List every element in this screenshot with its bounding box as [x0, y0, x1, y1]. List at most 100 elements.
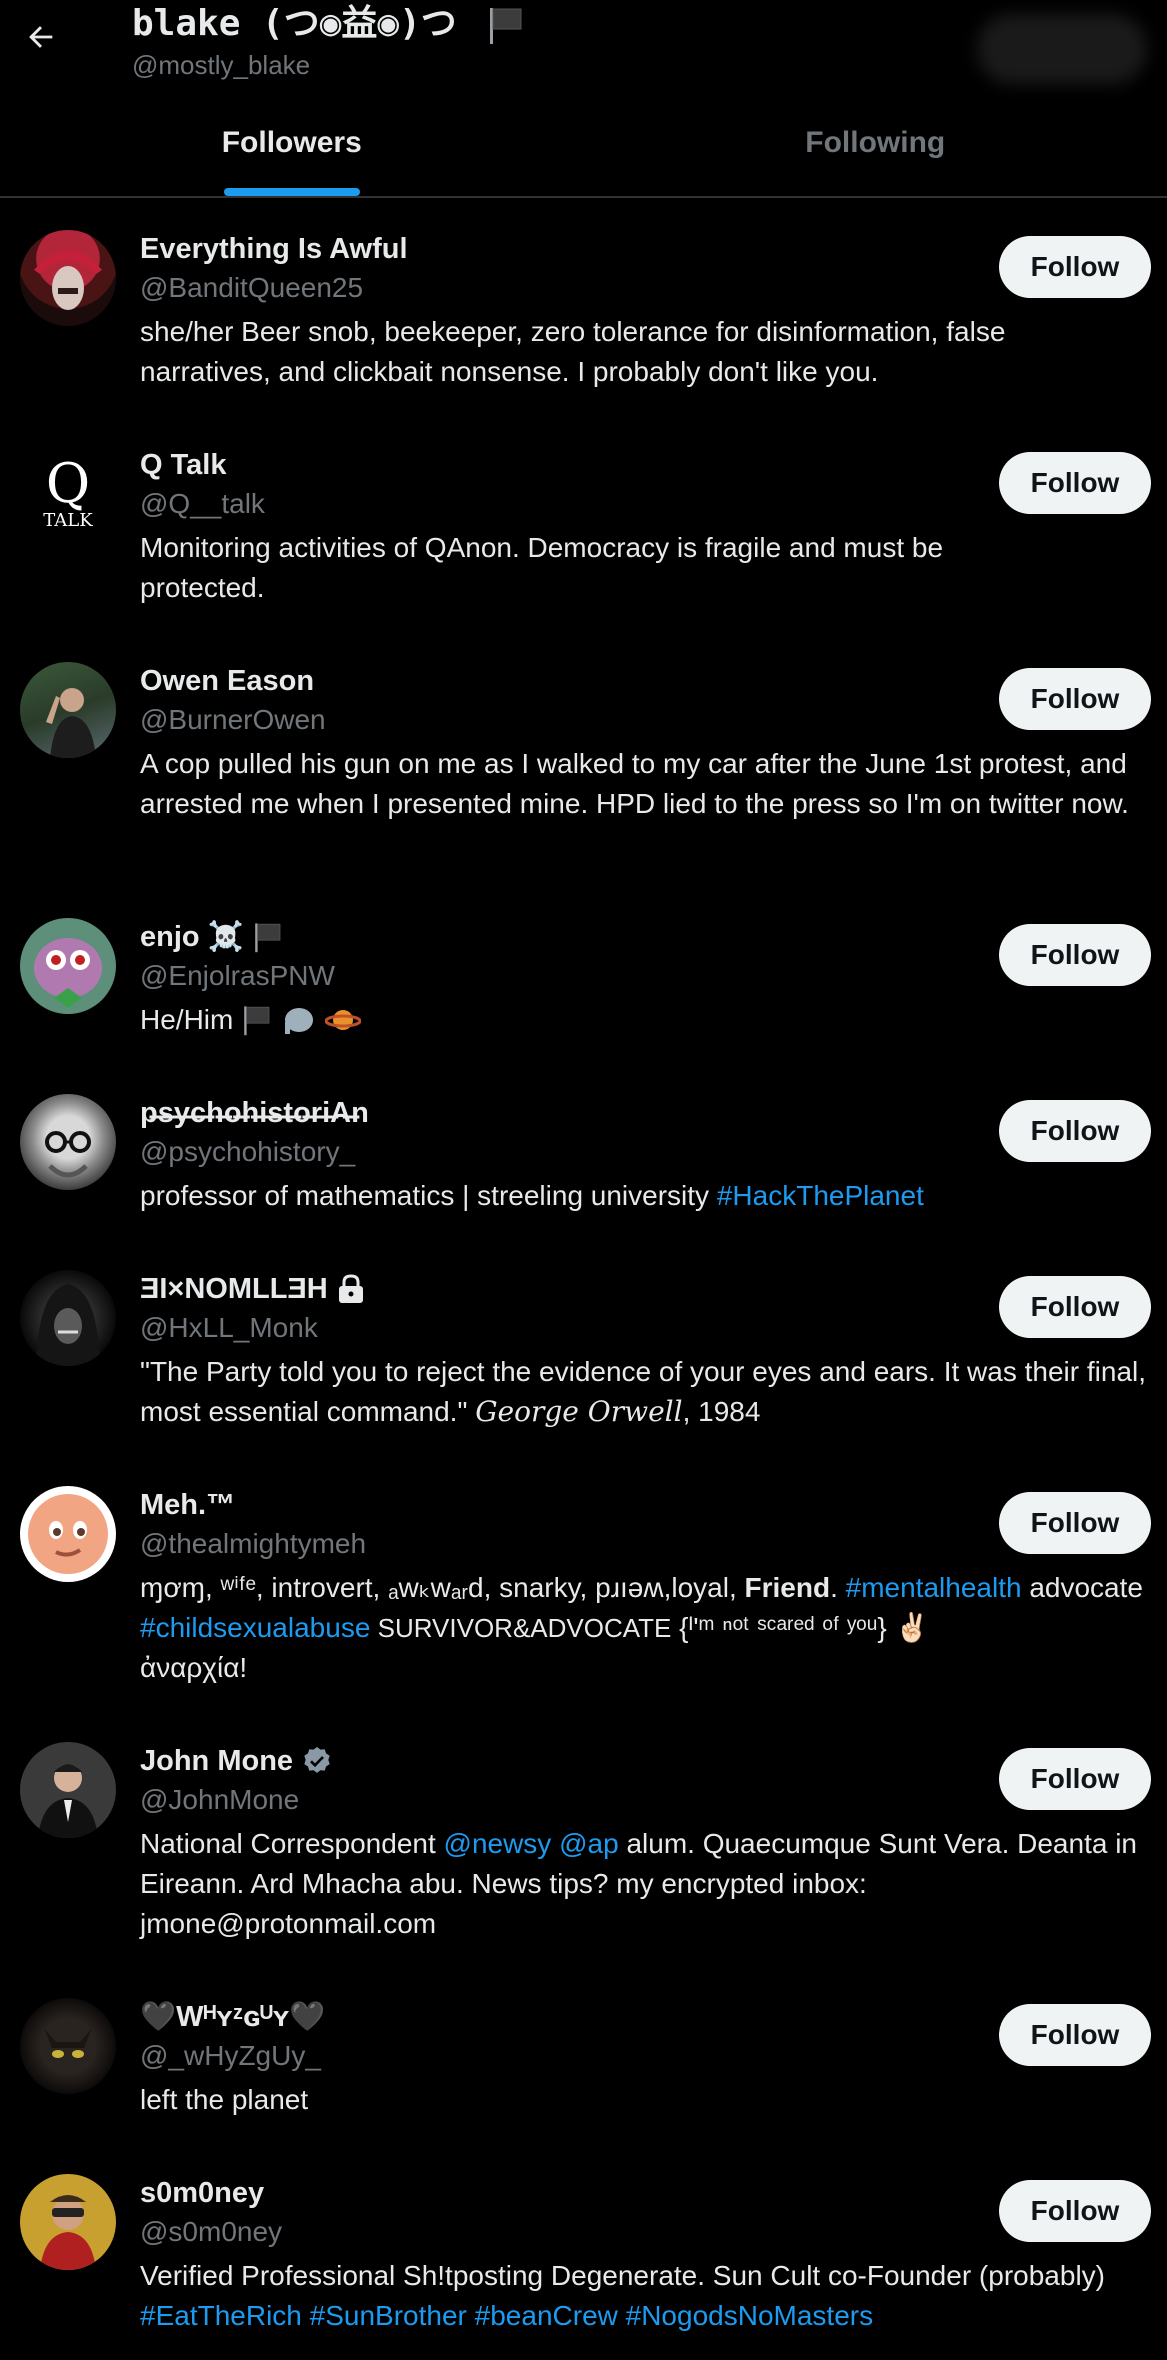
- followers-list: Everything Is Awful @BanditQueen25 she/h…: [0, 200, 1167, 2360]
- bio-text: ἀναρχία!: [140, 1652, 247, 1683]
- user-row[interactable]: John Mone @JohnMone National Corresponde…: [0, 1712, 1167, 1968]
- avatar[interactable]: [20, 1094, 116, 1190]
- profile-name: blake (つ◉益◉)つ: [132, 2, 526, 46]
- bio-text: advocate: [1022, 1572, 1143, 1603]
- avatar[interactable]: [20, 1270, 116, 1366]
- user-row[interactable]: Owen Eason @BurnerOwen A cop pulled his …: [0, 632, 1167, 888]
- tab-following-label: Following: [805, 126, 945, 160]
- follow-button[interactable]: Follow: [999, 236, 1151, 298]
- bio-tail-text: , 1984: [683, 1396, 761, 1427]
- user-name: enjo ☠️: [140, 918, 244, 956]
- back-button[interactable]: [14, 10, 68, 64]
- user-name: Meh.™: [140, 1486, 235, 1524]
- user-row[interactable]: ƎI×NOMLLƎH @HxLL_Monk "The Party told yo…: [0, 1240, 1167, 1456]
- bio-text: National Correspondent: [140, 1828, 444, 1859]
- hashtag-link[interactable]: #SunBrother: [310, 2300, 467, 2331]
- user-display-name: 🖤Wᴴʏᶻɢᵁʏ🖤: [140, 1998, 1147, 2036]
- user-display-name: enjo ☠️: [140, 918, 1147, 956]
- follow-button[interactable]: Follow: [999, 1100, 1151, 1162]
- user-info: John Mone @JohnMone National Corresponde…: [140, 1742, 1147, 1944]
- avatar[interactable]: [20, 918, 116, 1014]
- blurred-header-action: [977, 14, 1147, 84]
- user-row[interactable]: 🖤Wᴴʏᶻɢᵁʏ🖤 @_wHyZgUy_ left the planet Fol…: [0, 1968, 1167, 2144]
- user-row[interactable]: Everything Is Awful @BanditQueen25 she/h…: [0, 200, 1167, 416]
- user-handle: @psychohistory_: [140, 1132, 1147, 1172]
- bio-text: ɱơɱ, ʷⁱᶠᵉ, introvert, ₐwₖwₐᵣd, snarky, p…: [140, 1572, 745, 1603]
- user-display-name: Owen Eason: [140, 662, 1147, 700]
- user-bio: ɱơɱ, ʷⁱᶠᵉ, introvert, ₐwₖwₐᵣd, snarky, p…: [140, 1568, 1147, 1688]
- user-display-name: p̶s̶y̶c̶h̶o̶h̶i̶s̶t̶o̶r̶i̶A̶n: [140, 1094, 1147, 1132]
- user-handle: @BurnerOwen: [140, 700, 1147, 740]
- user-name: Owen Eason: [140, 662, 314, 700]
- tab-following[interactable]: Following: [584, 100, 1167, 196]
- bio-text: {ᴵ'ᵐ ⁿᵒᵗ ˢᶜᵃʳᵉᵈ ᵒᶠ ʸᵒᵘ} ✌🏻: [671, 1612, 929, 1643]
- follow-button[interactable]: Follow: [999, 2004, 1151, 2066]
- user-display-name: s0m0ney: [140, 2174, 1147, 2212]
- user-info: Everything Is Awful @BanditQueen25 she/h…: [140, 230, 1147, 392]
- user-handle: @JohnMone: [140, 1780, 1147, 1820]
- user-handle: @s0m0ney: [140, 2212, 1147, 2252]
- user-info: enjo ☠️ @EnjolrasPNW He/Him: [140, 918, 1147, 1040]
- follow-tabs: Followers Following: [0, 100, 1167, 196]
- avatar[interactable]: [20, 1742, 116, 1838]
- hashtag-link[interactable]: #beanCrew: [475, 2300, 618, 2331]
- user-handle: @_wHyZgUy_: [140, 2036, 1147, 2076]
- user-handle: @thealmightymeh: [140, 1524, 1147, 1564]
- follow-button[interactable]: Follow: [999, 668, 1151, 730]
- bio-text: [551, 1828, 559, 1859]
- hashtag-link[interactable]: #EatTheRich: [140, 2300, 302, 2331]
- avatar-talk-text: TALK: [43, 510, 92, 531]
- black-flag-icon: [486, 5, 526, 45]
- tab-followers[interactable]: Followers: [0, 100, 584, 196]
- avatar[interactable]: [20, 1486, 116, 1582]
- user-row[interactable]: Q TALK Q Talk @Q__talk Monitoring activi…: [0, 416, 1167, 632]
- bio-text: .: [830, 1572, 846, 1603]
- user-row[interactable]: Meh.™ @thealmightymeh ɱơɱ, ʷⁱᶠᵉ, introve…: [0, 1456, 1167, 1712]
- user-bio: "The Party told you to reject the eviden…: [140, 1352, 1147, 1432]
- avatar[interactable]: Q TALK: [20, 446, 116, 542]
- follow-button[interactable]: Follow: [999, 452, 1151, 514]
- hashtag-link[interactable]: #NogodsNoMasters: [626, 2300, 873, 2331]
- bio-text: He/Him: [140, 1000, 233, 1040]
- user-bio: National Correspondent @newsy @ap alum. …: [140, 1824, 1147, 1944]
- user-display-name: Q Talk: [140, 446, 1147, 484]
- hashtag-link[interactable]: #mentalhealth: [846, 1572, 1022, 1603]
- tab-followers-label: Followers: [222, 126, 362, 160]
- user-bio: professor of mathematics | streeling uni…: [140, 1176, 1147, 1216]
- user-name: s0m0ney: [140, 2174, 264, 2212]
- black-flag-icon: [241, 1004, 273, 1036]
- hashtag-link[interactable]: #childsexualabuse: [140, 1612, 370, 1643]
- follow-button[interactable]: Follow: [999, 1276, 1151, 1338]
- user-bio: she/her Beer snob, beekeeper, zero toler…: [140, 312, 1147, 392]
- user-info: ƎI×NOMLLƎH @HxLL_Monk "The Party told yo…: [140, 1270, 1147, 1432]
- black-flag-icon: [252, 921, 284, 953]
- avatar[interactable]: [20, 230, 116, 326]
- hashtag-link[interactable]: #HackThePlanet: [717, 1180, 924, 1211]
- follow-button[interactable]: Follow: [999, 1748, 1151, 1810]
- user-handle: @Q__talk: [140, 484, 1147, 524]
- lock-icon: [336, 1273, 366, 1305]
- user-bio: left the planet: [140, 2080, 1147, 2120]
- user-info: p̶s̶y̶c̶h̶o̶h̶i̶s̶t̶o̶r̶i̶A̶n @psychohis…: [140, 1094, 1147, 1216]
- follow-button[interactable]: Follow: [999, 1492, 1151, 1554]
- avatar[interactable]: [20, 2174, 116, 2270]
- bio-text: Verified Professional Sh!tposting Degene…: [140, 2260, 1105, 2291]
- mention-link[interactable]: @ap: [559, 1828, 619, 1859]
- verified-badge-icon: [301, 1745, 333, 1777]
- avatar[interactable]: [20, 662, 116, 758]
- avatar[interactable]: [20, 1998, 116, 2094]
- user-row[interactable]: enjo ☠️ @EnjolrasPNW He/Him: [0, 888, 1167, 1064]
- user-bio: Verified Professional Sh!tposting Degene…: [140, 2256, 1147, 2336]
- bio-smallcaps-text: SURVIVOR&ADVOCATE: [370, 1613, 671, 1643]
- user-row[interactable]: p̶s̶y̶c̶h̶o̶h̶i̶s̶t̶o̶r̶i̶A̶n @psychohis…: [0, 1064, 1167, 1240]
- follow-button[interactable]: Follow: [999, 924, 1151, 986]
- bio-cursive-text: George Orwell: [475, 1395, 682, 1428]
- user-name: ƎI×NOMLLƎH: [140, 1270, 328, 1308]
- user-bio: A cop pulled his gun on me as I walked t…: [140, 744, 1147, 824]
- active-tab-indicator: [224, 188, 360, 196]
- mention-link[interactable]: @newsy: [444, 1828, 552, 1859]
- user-info: s0m0ney @s0m0ney Verified Professional S…: [140, 2174, 1147, 2336]
- user-row[interactable]: s0m0ney @s0m0ney Verified Professional S…: [0, 2144, 1167, 2360]
- bio-bold-text: Friend: [745, 1572, 831, 1603]
- follow-button[interactable]: Follow: [999, 2180, 1151, 2242]
